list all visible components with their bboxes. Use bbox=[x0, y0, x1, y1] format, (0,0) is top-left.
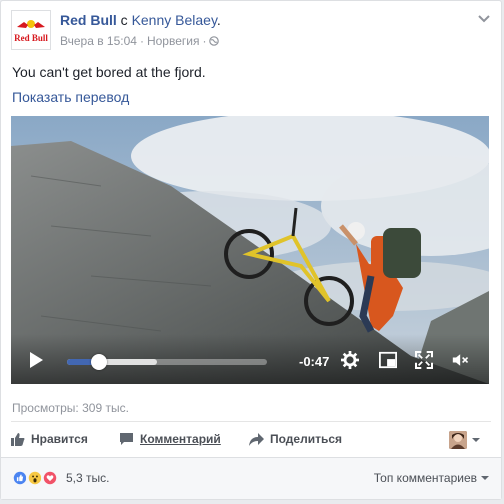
post-meta: Вчера в 15:04 · Норвегия · bbox=[60, 34, 220, 48]
progress-knob[interactable] bbox=[91, 354, 107, 370]
view-count: Просмотры: 309 тыс. bbox=[12, 401, 129, 415]
chevron-down-icon[interactable] bbox=[477, 12, 491, 24]
picture-in-picture-icon[interactable] bbox=[379, 351, 397, 369]
share-label: Поделиться bbox=[270, 432, 343, 446]
play-icon[interactable] bbox=[27, 351, 45, 369]
show-translation-link[interactable]: Показать перевод bbox=[12, 89, 129, 105]
caret-down-icon bbox=[481, 476, 489, 480]
reaction-count: 5,3 тыс. bbox=[66, 471, 110, 485]
svg-text:Red Bull: Red Bull bbox=[14, 33, 48, 43]
comment-icon bbox=[120, 433, 133, 445]
post-author-line: Red Bull с Kenny Belaey. bbox=[60, 12, 221, 28]
viewer-avatar bbox=[449, 431, 467, 449]
share-button[interactable]: Поделиться bbox=[249, 432, 342, 446]
reactions-footer: 5,3 тыс. Топ комментариев bbox=[1, 457, 501, 499]
top-comments-dropdown[interactable]: Топ комментариев bbox=[374, 471, 489, 485]
comment-button[interactable]: Комментарий bbox=[119, 432, 221, 446]
gear-icon[interactable] bbox=[341, 351, 359, 369]
comment-label: Комментарий bbox=[140, 432, 221, 446]
like-button[interactable]: Нравится bbox=[11, 432, 88, 446]
post-header: Red Bull Red Bull с Kenny Belaey. Вчера … bbox=[11, 10, 491, 54]
meta-separator: · bbox=[139, 34, 144, 48]
action-bar: Нравится Комментарий Поделиться bbox=[11, 427, 491, 453]
love-reaction-icon bbox=[41, 469, 59, 487]
red-bull-logo-icon: Red Bull bbox=[14, 20, 48, 43]
like-label: Нравится bbox=[31, 432, 88, 446]
video-progress-bar[interactable] bbox=[67, 354, 267, 370]
with-word: с bbox=[120, 12, 128, 28]
post-location[interactable]: Норвегия bbox=[147, 34, 200, 48]
top-comments-label: Топ комментариев bbox=[373, 471, 477, 485]
share-arrow-icon bbox=[249, 432, 264, 446]
mute-icon[interactable] bbox=[452, 351, 470, 369]
meta-separator-2: · bbox=[202, 34, 207, 48]
page-name-link[interactable]: Red Bull bbox=[60, 12, 117, 28]
viewer-selector[interactable] bbox=[449, 431, 481, 449]
video-time: -0:47 bbox=[299, 354, 330, 369]
divider bbox=[11, 421, 491, 422]
video-player[interactable]: -0:47 bbox=[11, 116, 489, 384]
video-controls: -0:47 bbox=[11, 334, 489, 384]
post-text: You can't get bored at the fjord. bbox=[12, 64, 206, 80]
author-period: . bbox=[216, 12, 221, 28]
user-photo-icon bbox=[449, 431, 467, 449]
avatar[interactable]: Red Bull bbox=[11, 10, 51, 50]
post-card: Red Bull Red Bull с Kenny Belaey. Вчера … bbox=[0, 0, 502, 500]
caret-down-icon bbox=[472, 438, 480, 442]
tagged-person-link[interactable]: Kenny Belaey bbox=[132, 12, 217, 28]
post-timestamp[interactable]: Вчера в 15:04 bbox=[60, 34, 137, 48]
reaction-summary[interactable]: 5,3 тыс. bbox=[11, 469, 109, 487]
thumbs-up-icon bbox=[11, 433, 25, 446]
fullscreen-icon[interactable] bbox=[415, 351, 433, 369]
globe-icon[interactable] bbox=[209, 36, 220, 46]
